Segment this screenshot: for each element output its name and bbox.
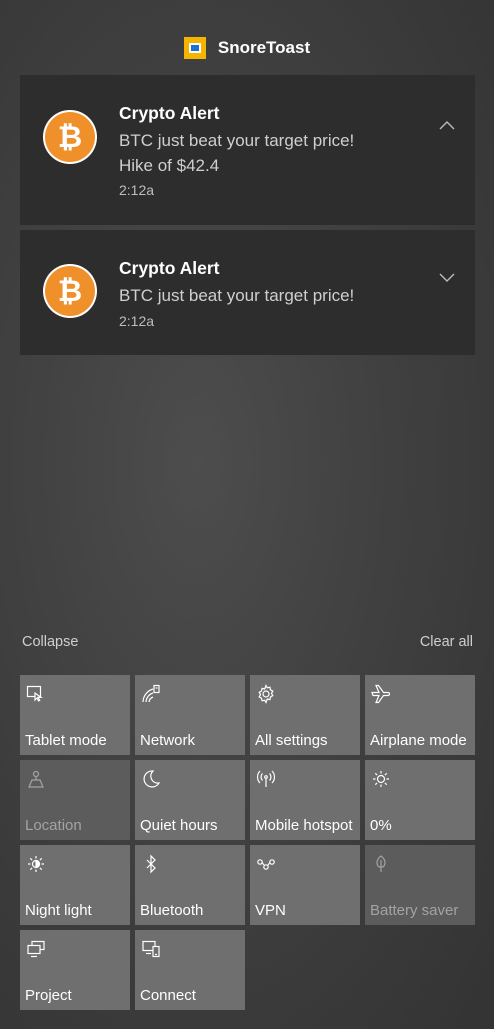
night-light-icon xyxy=(25,853,47,875)
snoretoast-app-icon xyxy=(183,37,206,59)
bitcoin-icon: ₿ xyxy=(43,264,97,318)
tile-label: Night light xyxy=(25,902,92,919)
tile-label: Project xyxy=(25,987,72,1004)
tile-brightness[interactable]: 0% xyxy=(365,760,475,840)
tile-night-light[interactable]: Night light xyxy=(20,845,130,925)
notification-body-line: BTC just beat your target price! xyxy=(119,131,355,150)
tile-tablet-mode[interactable]: Tablet mode xyxy=(20,675,130,755)
tile-label: Tablet mode xyxy=(25,732,107,749)
tile-label: VPN xyxy=(255,902,286,919)
app-header: SnoreToast xyxy=(0,34,494,62)
chevron-down-icon[interactable] xyxy=(437,268,457,288)
tile-battery-saver[interactable]: Battery saver xyxy=(365,845,475,925)
tile-vpn[interactable]: VPN xyxy=(250,845,360,925)
airplane-icon xyxy=(370,683,392,705)
notification-card[interactable]: ₿ Crypto Alert BTC just beat your target… xyxy=(20,75,475,225)
tile-label: Bluetooth xyxy=(140,902,204,919)
tile-label: Connect xyxy=(140,987,196,1004)
tile-label: 0% xyxy=(370,817,392,834)
notification-time: 2:12a xyxy=(119,313,155,329)
tile-label: Airplane mode xyxy=(370,732,467,749)
vpn-icon xyxy=(255,853,277,875)
tile-label: All settings xyxy=(255,732,328,749)
connect-icon xyxy=(140,938,162,960)
bitcoin-icon: ₿ xyxy=(43,110,97,164)
tile-label: Location xyxy=(25,817,82,834)
notification-title: Crypto Alert xyxy=(119,103,220,123)
app-name: SnoreToast xyxy=(217,38,311,57)
tile-label: Network xyxy=(140,732,196,749)
location-icon xyxy=(25,768,47,790)
moon-icon xyxy=(140,768,162,790)
chevron-up-icon[interactable] xyxy=(437,115,457,135)
network-icon xyxy=(140,683,162,705)
tile-bluetooth[interactable]: Bluetooth xyxy=(135,845,245,925)
tablet-mode-icon xyxy=(25,683,47,705)
tile-label: Battery saver xyxy=(370,902,459,919)
tile-airplane-mode[interactable]: Airplane mode xyxy=(365,675,475,755)
collapse-link[interactable]: Collapse xyxy=(22,634,78,654)
notification-title: Crypto Alert xyxy=(119,258,220,278)
hotspot-icon xyxy=(255,768,277,790)
tile-network[interactable]: Network xyxy=(135,675,245,755)
tile-location[interactable]: Location xyxy=(20,760,130,840)
notification-body-line: BTC just beat your target price! xyxy=(119,286,355,305)
notification-body: BTC just beat your target price! Hike of… xyxy=(119,128,354,178)
notification-body-line: Hike of $42.4 xyxy=(119,156,220,175)
tile-all-settings[interactable]: All settings xyxy=(250,675,360,755)
bluetooth-icon xyxy=(140,853,162,875)
notification-body: BTC just beat your target price! xyxy=(119,283,354,308)
clear-all-link[interactable]: Clear all xyxy=(420,634,473,654)
tile-mobile-hotspot[interactable]: Mobile hotspot xyxy=(250,760,360,840)
brightness-icon xyxy=(370,768,392,790)
tile-connect[interactable]: Connect xyxy=(135,930,245,1010)
gear-icon xyxy=(255,683,277,705)
tile-project[interactable]: Project xyxy=(20,930,130,1010)
battery-saver-icon xyxy=(370,853,392,875)
notification-time: 2:12a xyxy=(119,182,155,198)
action-center-controls: Collapse Clear all xyxy=(22,634,473,654)
tile-quiet-hours[interactable]: Quiet hours xyxy=(135,760,245,840)
tile-label: Mobile hotspot xyxy=(255,817,353,834)
project-icon xyxy=(25,938,47,960)
tile-label: Quiet hours xyxy=(140,817,218,834)
notification-card[interactable]: ₿ Crypto Alert BTC just beat your target… xyxy=(20,230,475,355)
